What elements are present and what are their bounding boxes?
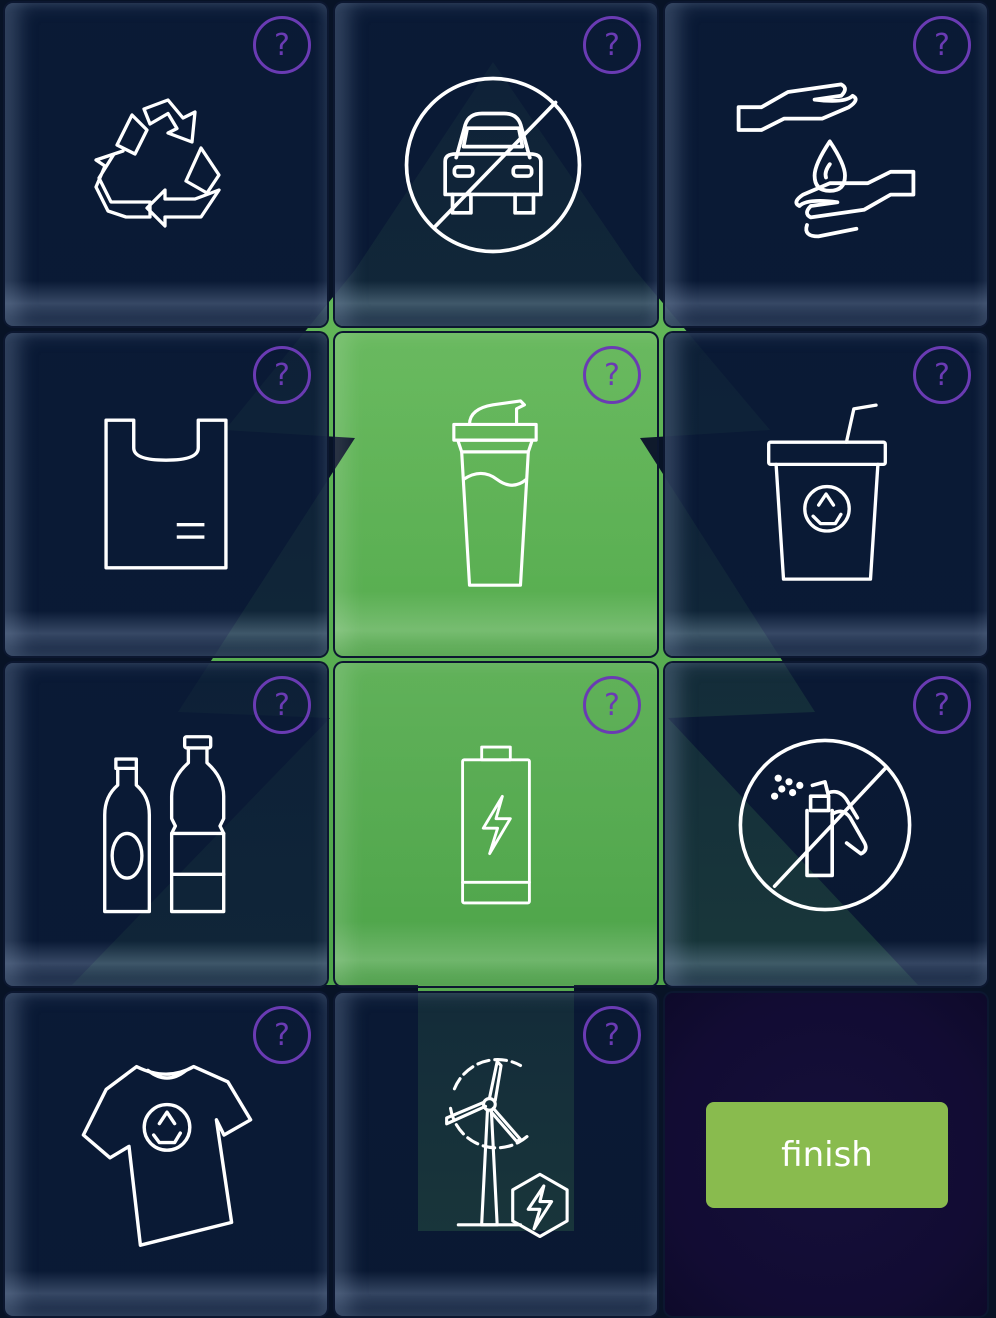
question-badge[interactable]: ? <box>253 16 311 74</box>
question-badge[interactable]: ? <box>583 346 641 404</box>
wind-turbine-energy-icon <box>435 1053 571 1249</box>
tile-recyclable-cup[interactable]: ? <box>665 333 987 656</box>
shaker-bottle-icon <box>445 397 545 593</box>
tile-no-car[interactable]: ? <box>335 3 657 326</box>
recycled-tshirt-icon <box>79 1059 255 1249</box>
recycle-icon <box>90 91 240 241</box>
no-car-icon <box>401 73 585 257</box>
question-badge[interactable]: ? <box>253 346 311 404</box>
tile-bottles[interactable]: ? <box>5 663 327 986</box>
tile-no-aerosol[interactable]: ? <box>665 663 987 986</box>
no-aerosol-spray-icon <box>735 735 915 915</box>
tile-wind-turbine[interactable]: ? <box>335 993 657 1316</box>
question-badge[interactable]: ? <box>913 16 971 74</box>
tile-shaker-bottle[interactable]: ? <box>335 333 657 656</box>
question-badge[interactable]: ? <box>253 1006 311 1064</box>
plastic-bag-icon <box>103 417 229 571</box>
question-badge[interactable]: ? <box>913 346 971 404</box>
recyclable-cup-icon <box>765 401 889 587</box>
bottles-icon <box>101 733 233 919</box>
finish-button[interactable]: finish <box>706 1102 948 1208</box>
question-badge[interactable]: ? <box>253 676 311 734</box>
tile-battery[interactable]: ? <box>335 663 657 986</box>
tile-plastic-bag[interactable]: ? <box>5 333 327 656</box>
puzzle-board: ? ? ? ? ? ? ? ? ? ? ? finish <box>0 0 996 1318</box>
question-badge[interactable]: ? <box>583 16 641 74</box>
tile-recycle[interactable]: ? <box>5 3 327 326</box>
question-badge[interactable]: ? <box>913 676 971 734</box>
question-badge[interactable]: ? <box>583 676 641 734</box>
question-badge[interactable]: ? <box>583 1006 641 1064</box>
hands-water-drop-icon <box>731 73 921 263</box>
battery-icon <box>461 745 531 905</box>
tile-recycled-tshirt[interactable]: ? <box>5 993 327 1316</box>
tile-hands-water[interactable]: ? <box>665 3 987 326</box>
